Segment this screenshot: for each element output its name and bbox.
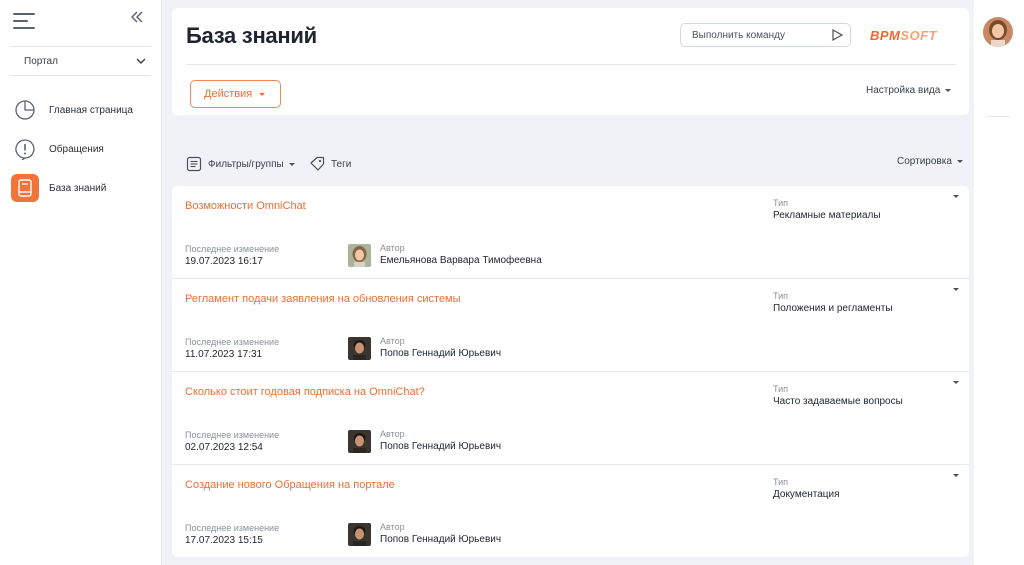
modified-value: 17.07.2023 15:15 <box>185 535 263 546</box>
tags-button[interactable]: Теги <box>309 156 351 172</box>
modified-label: Последнее изменение <box>185 430 280 440</box>
divider <box>186 64 956 65</box>
modified-info: Последнее изменение 19.07.2023 16:17 <box>185 244 279 267</box>
play-icon[interactable] <box>830 28 844 42</box>
tag-icon <box>310 156 325 171</box>
modified-info: Последнее изменение 11.07.2023 17:31 <box>185 337 279 360</box>
page-title: База знаний <box>186 23 317 48</box>
caret-down-icon[interactable] <box>953 195 959 198</box>
author-value: Попов Геннадий Юрьевич <box>380 534 502 545</box>
pie-chart-icon <box>11 96 39 124</box>
modified-info: Последнее изменение 17.07.2023 15:15 <box>185 523 279 546</box>
list-item[interactable]: Регламент подачи заявления на обновления… <box>172 279 969 372</box>
bpmsoft-logo: BPMSOFT <box>870 28 937 43</box>
hamburger-menu-icon[interactable] <box>13 13 35 29</box>
author-info: Автор Емельянова Варвара Тимофеевна <box>348 243 542 267</box>
author-value: Попов Геннадий Юрьевич <box>380 441 502 452</box>
right-rail <box>974 0 1024 565</box>
logo-soft: SOFT <box>900 28 938 43</box>
sidebar-item-requests[interactable]: Обращения <box>11 135 159 163</box>
type-info: Тип Рекламные материалы <box>773 198 881 221</box>
actions-button-label: Действия <box>204 88 253 100</box>
author-avatar <box>348 244 371 267</box>
caret-down-icon <box>259 92 266 96</box>
article-title-link[interactable]: Создание нового Обращения на портале <box>185 479 395 491</box>
modified-label: Последнее изменение <box>185 244 280 254</box>
author-info: Автор Попов Геннадий Юрьевич <box>348 336 502 360</box>
caret-down-icon <box>956 160 963 163</box>
caret-down-icon[interactable] <box>953 288 959 291</box>
type-label: Тип <box>773 477 789 487</box>
book-icon <box>11 174 39 202</box>
type-label: Тип <box>773 198 789 208</box>
type-label: Тип <box>773 384 789 394</box>
list-item[interactable]: Создание нового Обращения на портале Пос… <box>172 465 969 558</box>
article-title-link[interactable]: Регламент подачи заявления на обновления… <box>185 293 461 305</box>
author-avatar <box>348 430 371 453</box>
caret-down-icon[interactable] <box>953 474 959 477</box>
portal-select[interactable]: Портал <box>10 46 151 76</box>
author-label: Автор <box>380 243 405 253</box>
author-label: Автор <box>380 522 405 532</box>
command-input[interactable]: Выполнить команду <box>680 23 851 47</box>
author-avatar <box>348 337 371 360</box>
author-avatar <box>348 523 371 546</box>
sidebar-item-knowledge-base[interactable]: База знаний <box>11 174 159 202</box>
author-value: Емельянова Варвара Тимофеевна <box>380 255 542 266</box>
author-info: Автор Попов Геннадий Юрьевич <box>348 522 502 546</box>
list-icon <box>186 156 202 172</box>
collapse-sidebar-icon[interactable] <box>130 10 148 30</box>
author-label: Автор <box>380 429 405 439</box>
type-info: Тип Документация <box>773 477 840 500</box>
sidebar: Портал Главная страница Обращения База з… <box>0 0 162 565</box>
article-title-link[interactable]: Сколько стоит годовая подписка на OmniCh… <box>185 386 425 398</box>
command-input-placeholder: Выполнить команду <box>692 30 785 41</box>
modified-value: 11.07.2023 17:31 <box>185 349 263 360</box>
author-info: Автор Попов Геннадий Юрьевич <box>348 429 502 453</box>
article-title-link[interactable]: Возможности OmniChat <box>185 200 306 212</box>
type-label: Тип <box>773 291 789 301</box>
type-value: Документация <box>773 489 840 500</box>
actions-button[interactable]: Действия <box>190 80 281 108</box>
sidebar-item-label: База знаний <box>49 182 107 194</box>
type-value: Часто задаваемые вопросы <box>773 396 903 407</box>
chevron-down-icon <box>136 58 146 64</box>
sidebar-item-home[interactable]: Главная страница <box>11 96 159 124</box>
sidebar-item-label: Главная страница <box>49 104 133 116</box>
author-label: Автор <box>380 336 405 346</box>
caret-down-icon <box>288 162 295 166</box>
type-value: Рекламные материалы <box>773 210 881 221</box>
view-settings-button[interactable]: Настройка вида <box>866 85 952 96</box>
alert-icon <box>11 135 39 163</box>
filters-groups-button[interactable]: Фильтры/группы <box>186 156 295 172</box>
header-card: База знаний Выполнить команду BPMSOFT Де… <box>172 8 969 115</box>
modified-label: Последнее изменение <box>185 337 280 347</box>
modified-info: Последнее изменение 02.07.2023 12:54 <box>185 430 279 453</box>
user-avatar[interactable] <box>983 17 1013 47</box>
caret-down-icon[interactable] <box>953 381 959 384</box>
sort-label: Сортировка <box>897 156 952 167</box>
tags-label: Теги <box>331 158 352 170</box>
divider <box>988 116 1010 117</box>
sort-button[interactable]: Сортировка <box>897 156 963 167</box>
knowledge-base-list: Возможности OmniChat Последнее изменение… <box>172 186 969 557</box>
view-settings-label: Настройка вида <box>866 85 941 96</box>
list-item[interactable]: Возможности OmniChat Последнее изменение… <box>172 186 969 279</box>
portal-select-value: Портал <box>24 55 58 67</box>
logo-main: BPM <box>870 28 901 43</box>
caret-down-icon <box>945 89 952 92</box>
modified-value: 19.07.2023 16:17 <box>185 256 263 267</box>
type-info: Тип Часто задаваемые вопросы <box>773 384 903 407</box>
modified-label: Последнее изменение <box>185 523 280 533</box>
author-value: Попов Геннадий Юрьевич <box>380 348 502 359</box>
filter-bar: Фильтры/группы Теги Сортировка <box>172 150 969 180</box>
sidebar-item-label: Обращения <box>49 143 104 155</box>
list-item[interactable]: Сколько стоит годовая подписка на OmniCh… <box>172 372 969 465</box>
modified-value: 02.07.2023 12:54 <box>185 442 263 453</box>
filters-groups-label: Фильтры/группы <box>208 158 284 170</box>
type-value: Положения и регламенты <box>773 303 893 314</box>
type-info: Тип Положения и регламенты <box>773 291 893 314</box>
